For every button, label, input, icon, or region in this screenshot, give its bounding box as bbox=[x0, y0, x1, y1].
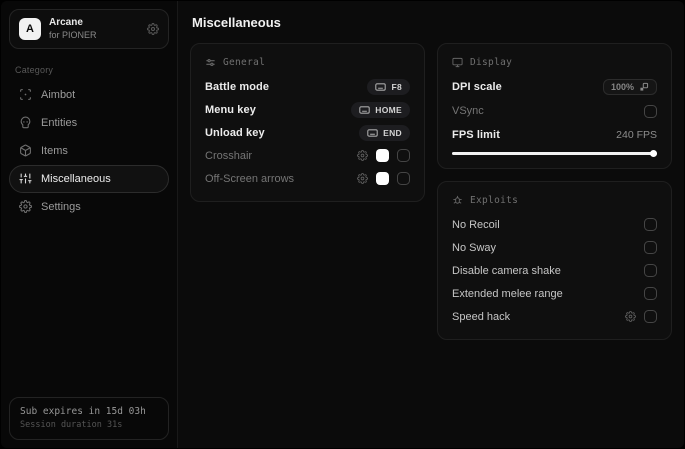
setting-label: FPS limit bbox=[452, 129, 500, 141]
gear-icon[interactable] bbox=[357, 150, 368, 161]
setting-label: VSync bbox=[452, 105, 484, 117]
setting-row-fps-limit: FPS limit 240 FPS bbox=[452, 123, 657, 147]
setting-row-unload-key: Unload key END bbox=[205, 121, 410, 144]
setting-label: Menu key bbox=[205, 103, 256, 116]
setting-row-no-recoil: No Recoil bbox=[452, 213, 657, 236]
gear-icon bbox=[19, 200, 32, 214]
sidebar-item-settings[interactable]: Settings bbox=[9, 193, 169, 221]
offscreen-arrows-checkbox[interactable] bbox=[397, 172, 410, 185]
setting-label: DPI scale bbox=[452, 81, 502, 93]
dpi-scale-button[interactable]: 100% bbox=[602, 79, 657, 95]
color-swatch[interactable] bbox=[376, 149, 389, 162]
sliders-icon bbox=[19, 172, 32, 185]
slider-fill bbox=[452, 152, 657, 155]
gear-icon[interactable] bbox=[357, 173, 368, 184]
no-recoil-checkbox[interactable] bbox=[644, 218, 657, 231]
keybind-button-battle-mode[interactable]: F8 bbox=[367, 78, 410, 95]
resize-icon bbox=[639, 82, 649, 92]
setting-row-disable-camera-shake: Disable camera shake bbox=[452, 259, 657, 282]
category-label: Category bbox=[15, 64, 54, 75]
gear-icon[interactable] bbox=[147, 22, 159, 35]
sub-expiry-text: Sub expires in 15d 03h bbox=[20, 406, 146, 417]
sidebar-item-label: Miscellaneous bbox=[41, 172, 111, 185]
card-title: General bbox=[223, 57, 266, 68]
keybind-value: F8 bbox=[391, 81, 402, 92]
crosshair-checkbox[interactable] bbox=[397, 149, 410, 162]
app-logo: A bbox=[19, 17, 41, 40]
logo-letter: A bbox=[26, 22, 34, 35]
sidebar-item-label: Items bbox=[41, 144, 68, 157]
scan-crosshair-icon bbox=[19, 88, 32, 101]
setting-label: Extended melee range bbox=[452, 287, 563, 300]
card-title: Exploits bbox=[470, 195, 519, 206]
dpi-scale-value: 100% bbox=[610, 82, 634, 92]
keyboard-icon bbox=[375, 82, 387, 91]
keybind-button-unload-key[interactable]: END bbox=[359, 124, 410, 141]
setting-label: No Sway bbox=[452, 241, 497, 254]
fps-limit-value: 240 FPS bbox=[616, 129, 657, 141]
session-duration-text: Session duration 31s bbox=[20, 420, 123, 430]
display-card: Display DPI scale 100% VSync FPS limit 2… bbox=[437, 43, 672, 169]
sidebar-item-miscellaneous[interactable]: Miscellaneous bbox=[9, 164, 169, 193]
sidebar-nav: Aimbot Entities Items Miscellaneous Sett… bbox=[9, 81, 169, 221]
setting-row-offscreen-arrows: Off-Screen arrows bbox=[205, 167, 410, 190]
no-sway-checkbox[interactable] bbox=[644, 241, 657, 254]
keyboard-icon bbox=[367, 128, 378, 137]
disable-camera-shake-checkbox[interactable] bbox=[644, 264, 657, 277]
color-swatch[interactable] bbox=[376, 172, 389, 185]
setting-row-no-sway: No Sway bbox=[452, 236, 657, 259]
keybind-button-menu-key[interactable]: HOME bbox=[351, 101, 410, 118]
keyboard-icon bbox=[359, 105, 371, 114]
app-subtitle: for PIONER bbox=[49, 29, 97, 40]
sidebar-item-aimbot[interactable]: Aimbot bbox=[9, 81, 169, 109]
speed-hack-checkbox[interactable] bbox=[644, 310, 657, 323]
main-content: Miscellaneous General Battle mode F8 Men… bbox=[177, 1, 684, 448]
setting-row-vsync: VSync bbox=[452, 99, 657, 123]
slider-knob[interactable] bbox=[650, 150, 657, 157]
setting-row-speed-hack: Speed hack bbox=[452, 305, 657, 328]
card-title: Display bbox=[470, 57, 513, 68]
extended-melee-range-checkbox[interactable] bbox=[644, 287, 657, 300]
setting-label: Speed hack bbox=[452, 310, 511, 323]
setting-row-battle-mode: Battle mode F8 bbox=[205, 75, 410, 98]
sidebar-item-label: Entities bbox=[41, 116, 78, 129]
vsync-checkbox[interactable] bbox=[644, 104, 657, 118]
tune-icon bbox=[205, 57, 216, 68]
gear-icon[interactable] bbox=[625, 311, 636, 322]
sidebar-item-label: Aimbot bbox=[41, 88, 76, 101]
brand-card: A Arcane for PIONER bbox=[9, 9, 169, 49]
sidebar: A Arcane for PIONER Category Aimbot Enti… bbox=[1, 1, 177, 448]
app-name: Arcane bbox=[49, 17, 83, 28]
exploits-card: Exploits No Recoil No Sway Disable camer… bbox=[437, 181, 672, 340]
sidebar-item-entities[interactable]: Entities bbox=[9, 109, 169, 137]
bug-icon bbox=[452, 195, 463, 206]
fps-limit-slider[interactable] bbox=[452, 150, 657, 157]
setting-row-extended-melee-range: Extended melee range bbox=[452, 282, 657, 305]
setting-label: Battle mode bbox=[205, 80, 270, 93]
setting-label: No Recoil bbox=[452, 218, 500, 231]
box-icon bbox=[19, 144, 32, 157]
setting-label: Disable camera shake bbox=[452, 264, 561, 277]
keybind-value: END bbox=[383, 127, 402, 138]
setting-label: Off-Screen arrows bbox=[205, 172, 295, 185]
setting-label: Crosshair bbox=[205, 149, 253, 162]
setting-row-menu-key: Menu key HOME bbox=[205, 98, 410, 121]
general-card: General Battle mode F8 Menu key HOME Unl… bbox=[190, 43, 425, 202]
subscription-info: Sub expires in 15d 03h Session duration … bbox=[9, 397, 169, 440]
setting-row-dpi-scale: DPI scale 100% bbox=[452, 75, 657, 99]
monitor-icon bbox=[452, 57, 463, 68]
skull-icon bbox=[19, 116, 32, 129]
keybind-value: HOME bbox=[375, 104, 402, 115]
sidebar-item-items[interactable]: Items bbox=[9, 137, 169, 165]
setting-row-crosshair: Crosshair bbox=[205, 144, 410, 167]
sidebar-item-label: Settings bbox=[41, 200, 81, 213]
page-title: Miscellaneous bbox=[192, 15, 281, 30]
setting-label: Unload key bbox=[205, 126, 265, 139]
app-window: A Arcane for PIONER Category Aimbot Enti… bbox=[1, 1, 684, 448]
